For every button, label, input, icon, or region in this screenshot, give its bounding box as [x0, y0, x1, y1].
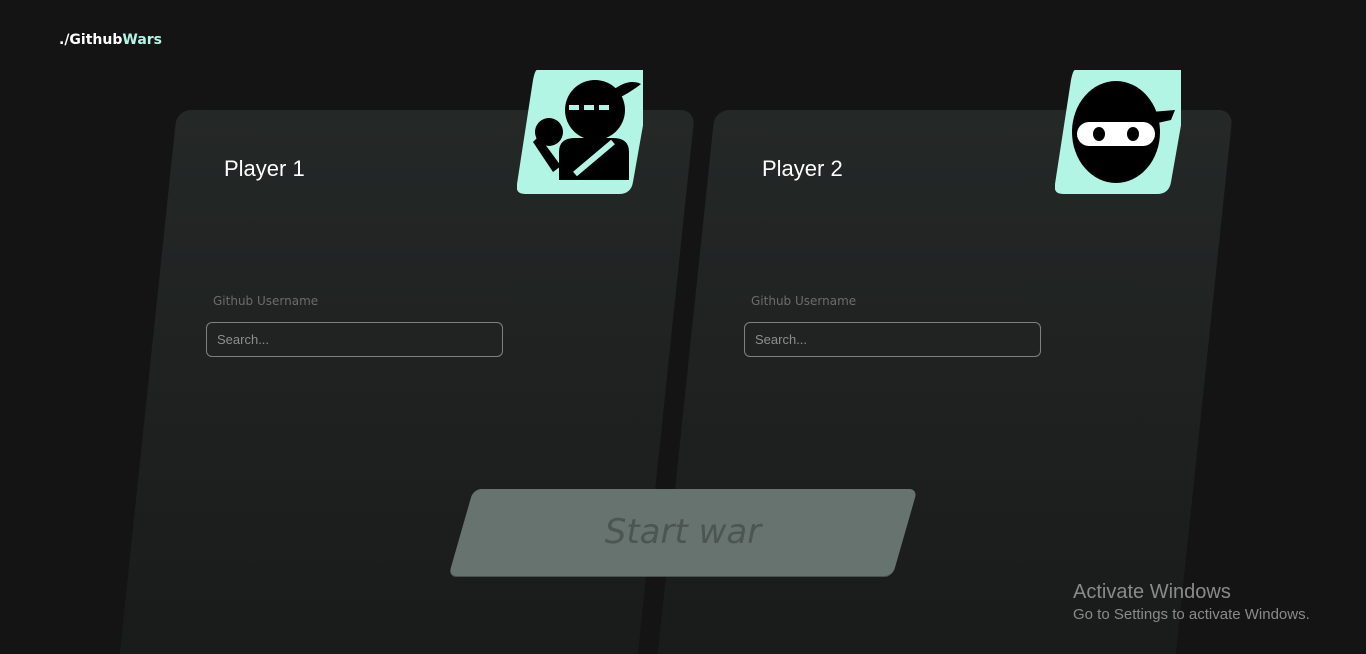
ninja-head-icon — [1055, 70, 1181, 194]
player-1-username-label: Github Username — [213, 294, 319, 308]
watermark-title: Activate Windows — [1073, 581, 1231, 603]
player-1-search-input[interactable] — [206, 322, 503, 357]
watermark-subtitle: Go to Settings to activate Windows. — [1073, 606, 1310, 623]
player-2-title: Player 2 — [762, 156, 843, 181]
app-logo[interactable]: ./GithubWars — [59, 32, 162, 48]
app-page: ./GithubWars Player 1 Github Username Pl… — [0, 0, 1366, 654]
ninja-bust-icon — [517, 70, 643, 194]
start-war-button[interactable] — [448, 489, 918, 576]
player-2-username-label: Github Username — [751, 294, 857, 308]
player-2-search-input[interactable] — [744, 322, 1041, 357]
logo-accent: Wars — [122, 32, 163, 48]
logo-prefix: ./Github — [59, 32, 123, 48]
activate-windows-watermark: Activate Windows Go to Settings to activ… — [1073, 580, 1310, 626]
player-1-title: Player 1 — [224, 156, 305, 181]
